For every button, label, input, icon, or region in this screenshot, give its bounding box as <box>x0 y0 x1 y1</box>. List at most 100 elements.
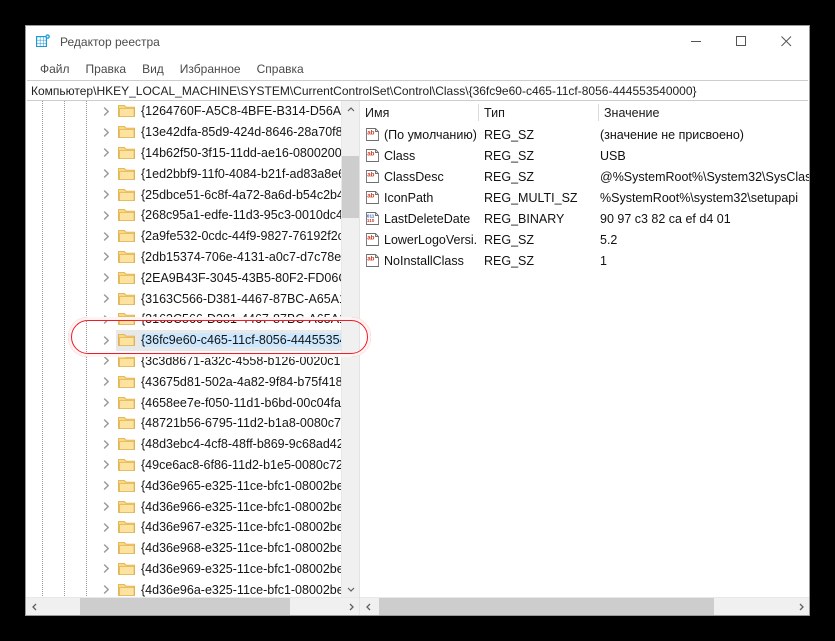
chevron-right-icon[interactable] <box>98 291 114 307</box>
tree-row[interactable]: {25dbce51-6c8f-4a72-8a6d-b54c2b4fc83 <box>26 184 341 205</box>
tree-row[interactable]: {4d36e968-e325-11ce-bfc1-08002be1031 <box>26 538 341 559</box>
tree-row[interactable]: {3c3d8671-a32c-4558-b126-0020c1e2b5c <box>26 351 341 372</box>
string-value-icon: ab <box>365 169 380 184</box>
tree-row[interactable]: {14b62f50-3f15-11dd-ae16-0800200c9a6 <box>26 143 341 164</box>
tree-hscroll-thumb[interactable] <box>80 598 290 615</box>
chevron-right-icon[interactable] <box>98 166 114 182</box>
values-horizontal-scrollbar[interactable] <box>360 597 809 615</box>
tree-row[interactable]: {48d3ebc4-4cf8-48ff-b869-9c68ad42eb9 <box>26 434 341 455</box>
folder-icon <box>118 250 135 264</box>
tree-row[interactable]: {3163C566-D381-4467-87BC-A65A18D5B <box>26 288 341 309</box>
value-data: 90 97 c3 82 ca ef d4 01 <box>600 211 731 226</box>
tree-vscroll-thumb[interactable] <box>342 156 359 218</box>
maximize-icon[interactable] <box>719 26 764 57</box>
tree-row[interactable]: {4d36e966-e325-11ce-bfc1-08002be1031 <box>26 496 341 517</box>
minimize-icon[interactable] <box>674 26 719 57</box>
tree-row[interactable]: {4658ee7e-f050-11d1-b6bd-00c04fa372a <box>26 392 341 413</box>
value-row[interactable]: ab (По умолчанию) REG_SZ (значение не присв… <box>360 124 809 145</box>
scroll-left-arrow-icon[interactable] <box>26 598 43 615</box>
registry-editor-window: Редактор реестра Файл Правка Вид Избранн… <box>25 25 810 616</box>
tree-row[interactable]: {268c95a1-edfe-11d3-95c3-0010dc4050a <box>26 205 341 226</box>
column-header-name[interactable]: Имя <box>360 101 478 124</box>
value-row[interactable]: ab IconPath REG_MULTI_SZ %SystemRoot%\syste… <box>360 187 809 208</box>
title-bar[interactable]: Редактор реестра <box>26 26 809 57</box>
chevron-right-icon[interactable] <box>98 374 114 390</box>
value-data: (значение не присвоено) <box>600 127 744 142</box>
value-row[interactable]: ab ClassDesc REG_SZ @%SystemRoot%\System32\… <box>360 166 809 187</box>
tree-row[interactable]: {4d36e969-e325-11ce-bfc1-08002be1031 <box>26 559 341 580</box>
chevron-right-icon[interactable] <box>98 249 114 265</box>
chevron-right-icon[interactable] <box>98 499 114 515</box>
scroll-down-arrow-icon[interactable] <box>342 580 359 597</box>
chevron-right-icon[interactable] <box>98 270 114 286</box>
tree-row[interactable]: {4d36e965-e325-11ce-bfc1-08002be1031 <box>26 475 341 496</box>
tree-row[interactable]: {1ed2bbf9-11f0-4084-b21f-ad83a8e6dcd <box>26 163 341 184</box>
menu-item-file[interactable]: Файл <box>32 60 78 78</box>
chevron-right-icon[interactable] <box>98 353 114 369</box>
tree-row[interactable]: {3163C566-D381-4467-87BC-A65A18D5B <box>26 309 341 330</box>
scroll-right-arrow-icon[interactable] <box>342 598 359 615</box>
folder-icon <box>118 188 135 202</box>
chevron-right-icon[interactable] <box>98 187 114 203</box>
column-header-type[interactable]: Тип <box>479 101 598 124</box>
chevron-right-icon[interactable] <box>98 519 114 535</box>
value-name: ClassDesc <box>384 169 444 184</box>
scroll-left-arrow-icon[interactable] <box>360 598 377 615</box>
chevron-right-icon[interactable] <box>98 457 114 473</box>
scroll-up-arrow-icon[interactable] <box>342 101 359 118</box>
tree-row[interactable]: {2a9fe532-0cdc-44f9-9827-76192f2ca2fb <box>26 226 341 247</box>
value-type: REG_SZ <box>484 127 535 142</box>
tree-row[interactable]: {2EA9B43F-3045-43B5-80F2-FD06C55FBE <box>26 267 341 288</box>
tree-row[interactable]: {2db15374-706e-4131-a0c7-d7c78eb0289 <box>26 247 341 268</box>
tree-row[interactable]: {4d36e967-e325-11ce-bfc1-08002be1031 <box>26 517 341 538</box>
close-icon[interactable] <box>764 26 809 57</box>
tree-vertical-scrollbar[interactable] <box>341 101 359 597</box>
tree-row-selected[interactable]: {36fc9e60-c465-11cf-8056-444553540000 <box>26 329 341 351</box>
value-row[interactable]: 011 110 LastDeleteDate REG_BINARY 90 97 c3 8… <box>360 208 809 229</box>
value-row[interactable]: ab LowerLogoVersi... REG_SZ 5.2 <box>360 229 809 250</box>
string-value-icon: ab <box>365 190 380 205</box>
values-hscroll-track[interactable] <box>377 598 792 615</box>
values-list-container[interactable]: Имя Тип Значение ab (По умолчанию) REG_SZ (… <box>360 101 809 597</box>
value-data: 1 <box>600 253 607 268</box>
chevron-right-icon[interactable] <box>98 540 114 556</box>
chevron-right-icon[interactable] <box>98 103 114 119</box>
values-hscroll-thumb[interactable] <box>379 598 714 615</box>
chevron-right-icon[interactable] <box>98 395 114 411</box>
tree-horizontal-scrollbar[interactable] <box>26 597 359 615</box>
tree-row[interactable]: {1264760F-A5C8-4BFE-B314-D56A7B44A <box>26 101 341 122</box>
value-row[interactable]: ab NoInstallClass REG_SZ 1 <box>360 250 809 271</box>
tree-row-label: {36fc9e60-c465-11cf-8056-444553540000 <box>141 333 341 348</box>
menu-item-favorites[interactable]: Избранное <box>172 60 249 78</box>
tree-hscroll-track[interactable] <box>43 598 342 615</box>
registry-values-pane: Имя Тип Значение ab (По умолчанию) REG_SZ (… <box>360 101 809 615</box>
menu-item-help[interactable]: Справка <box>249 60 312 78</box>
tree-row[interactable]: {48721b56-6795-11d2-b1a8-0080c72e74a <box>26 413 341 434</box>
tree-row-label: {4d36e968-e325-11ce-bfc1-08002be1031 <box>141 541 341 556</box>
chevron-right-icon[interactable] <box>98 436 114 452</box>
chevron-right-icon[interactable] <box>98 207 114 223</box>
tree-row[interactable]: {43675d81-502a-4a82-9f84-b75f418c5de <box>26 371 341 392</box>
chevron-right-icon[interactable] <box>98 478 114 494</box>
menu-item-view[interactable]: Вид <box>134 60 172 78</box>
menu-item-edit[interactable]: Правка <box>78 60 135 78</box>
chevron-right-icon[interactable] <box>98 145 114 161</box>
chevron-right-icon[interactable] <box>98 332 114 348</box>
chevron-right-icon[interactable] <box>98 561 114 577</box>
value-name: LastDeleteDate <box>384 211 471 226</box>
chevron-right-icon[interactable] <box>98 582 114 597</box>
window-title: Редактор реестра <box>60 34 160 49</box>
value-row[interactable]: ab Class REG_SZ USB <box>360 145 809 166</box>
column-header-value[interactable]: Значение <box>599 101 809 124</box>
chevron-right-icon[interactable] <box>98 415 114 431</box>
tree-row[interactable]: {13e42dfa-85d9-424d-8646-28a70f864f9c <box>26 122 341 143</box>
chevron-right-icon[interactable] <box>98 311 114 327</box>
scroll-right-arrow-icon[interactable] <box>792 598 809 615</box>
tree-row[interactable]: {49ce6ac8-6f86-11d2-b1e5-0080c72e74a <box>26 455 341 476</box>
chevron-right-icon[interactable] <box>98 124 114 140</box>
tree-vscroll-track[interactable] <box>342 118 359 580</box>
chevron-right-icon[interactable] <box>98 228 114 244</box>
registry-path-input[interactable]: Компьютер\HKEY_LOCAL_MACHINE\SYSTEM\Curr… <box>27 80 808 101</box>
tree-row[interactable]: {4d36e96a-e325-11ce-bfc1-08002be1031 <box>26 579 341 597</box>
tree-rows-container[interactable]: {1264760F-A5C8-4BFE-B314-D56A7B44A {13e42… <box>26 101 341 597</box>
